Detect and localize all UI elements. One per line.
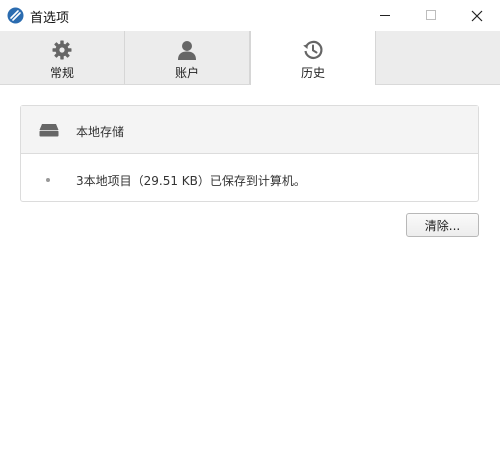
tab-account-label: 账户 [174,66,199,80]
app-logo-icon [7,7,24,24]
bullet-dot [46,178,50,182]
local-storage-panel: 本地存储 3本地项目（29.51 KB）已保存到计算机。 [20,105,479,202]
minimize-icon [379,15,390,16]
close-button[interactable] [454,0,500,31]
clear-button[interactable]: 清除... [406,213,479,237]
minimize-button[interactable] [362,0,408,31]
maximize-button[interactable] [408,0,454,31]
panel-header: 本地存储 [21,106,478,154]
tab-history[interactable]: 历史 [250,31,376,85]
title-bar: 首选项 [0,0,500,31]
maximize-icon [425,10,436,20]
close-icon [471,10,483,21]
hard-drive-icon [39,124,59,137]
window-title: 首选项 [30,11,70,26]
panel-title: 本地存储 [76,125,125,139]
tab-general-label: 常规 [49,66,74,80]
tab-account[interactable]: 账户 [125,31,250,84]
storage-summary: 3本地项目（29.51 KB）已保存到计算机。 [76,174,306,188]
tab-history-label: 历史 [300,66,325,80]
gear-icon [52,40,72,60]
tab-bar: 常规 账户 历史 [0,31,500,85]
user-icon [178,41,196,60]
history-icon [303,40,323,60]
tab-general[interactable]: 常规 [0,31,125,84]
